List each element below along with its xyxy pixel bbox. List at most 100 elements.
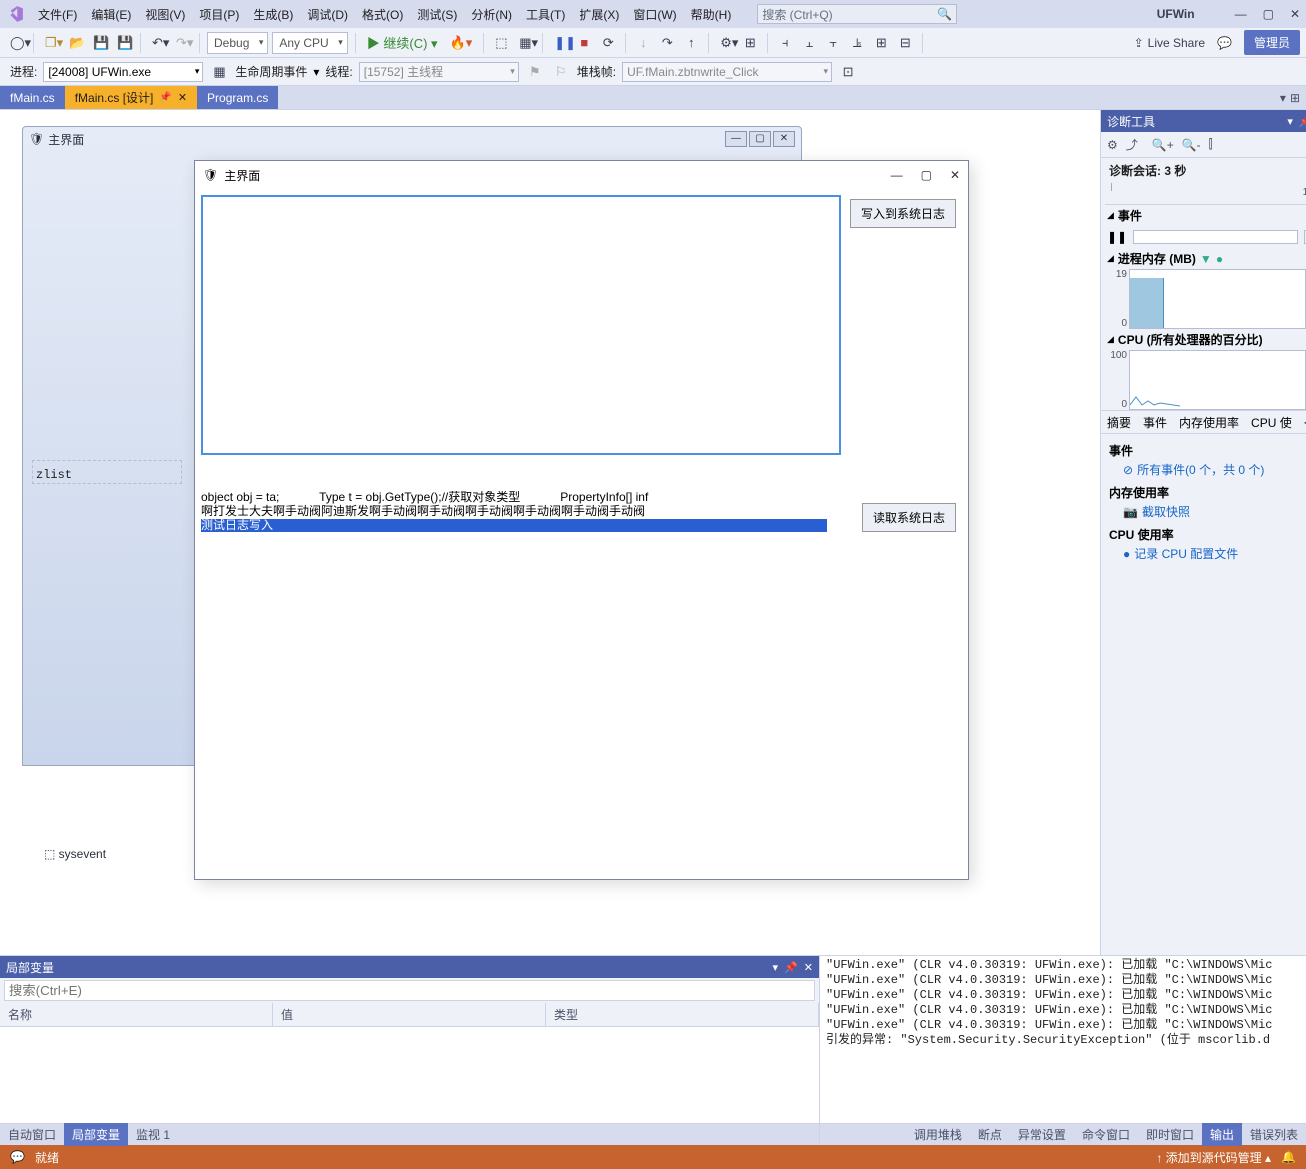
quick-search[interactable]: 搜索 (Ctrl+Q) 🔍 [757, 4, 957, 24]
tb-icon-b[interactable]: ⊞ [740, 33, 760, 53]
continue-button[interactable]: ▶ 继续(C) ▾ [363, 31, 442, 54]
menu-item[interactable]: 文件(F) [32, 2, 83, 27]
step-over-icon[interactable]: ↷ [657, 33, 677, 53]
undo-icon[interactable]: ↶▾ [148, 33, 168, 53]
maximize-button[interactable]: ▢ [1263, 7, 1274, 21]
tab-more-icon[interactable]: ⊞ [1290, 91, 1300, 105]
stop-icon[interactable]: ■ [574, 33, 594, 52]
zoom-out-icon[interactable]: 🔍- [1182, 138, 1201, 152]
flag-icon[interactable]: ⚑ [525, 62, 545, 82]
align-icon-1[interactable]: ⫞ [775, 33, 795, 53]
app-form-icon: 🛡 [203, 168, 218, 182]
cpu-chart[interactable] [1129, 350, 1306, 410]
menu-item[interactable]: 工具(T) [520, 2, 571, 27]
menu-item[interactable]: 分析(N) [465, 2, 518, 27]
menu-item[interactable]: 帮助(H) [685, 2, 738, 27]
align-icon-3[interactable]: ⫟ [823, 33, 843, 53]
menu-item[interactable]: 生成(B) [247, 2, 299, 27]
menu-item[interactable]: 格式(O) [356, 2, 409, 27]
menu-item[interactable]: 窗口(W) [627, 2, 682, 27]
menu-item[interactable]: 项目(P) [193, 2, 245, 27]
running-app-window[interactable]: 🛡 主界面 — ▢ ✕ 写入到系统日志 读取系统日志 object obj = … [194, 160, 969, 880]
restart-icon[interactable]: ⟳ [598, 33, 618, 53]
new-item-icon[interactable]: ❐▾ [41, 33, 61, 53]
platform-combo[interactable]: Any CPU [272, 32, 347, 54]
events-link[interactable]: ⊘ 所有事件(0 个，共 0 个) [1123, 461, 1306, 478]
diag-collect-icon[interactable]: ⤴ [1126, 136, 1138, 153]
notifications-icon[interactable]: 🔔 [1281, 1150, 1296, 1164]
memory-chart[interactable] [1129, 269, 1306, 329]
zoom-in-icon[interactable]: 🔍+ [1152, 138, 1174, 152]
align-icon-5[interactable]: ⊞ [871, 33, 891, 53]
app-max-button[interactable]: ▢ [921, 168, 932, 182]
menu-item[interactable]: 测试(S) [411, 2, 463, 27]
lifecycle-icon[interactable]: ▦ [209, 62, 229, 82]
back-nav-icon[interactable]: ◯▾ [6, 33, 26, 53]
log-input-textbox[interactable] [201, 195, 841, 455]
save-all-icon[interactable]: 💾 [113, 33, 133, 53]
panel-dropdown-icon[interactable]: ▾ [1287, 115, 1293, 128]
locals-title: 局部变量 [6, 959, 54, 976]
locals-col-value[interactable]: 值 [273, 1003, 546, 1026]
redo-icon[interactable]: ↷▾ [172, 33, 192, 53]
pin-icon[interactable]: 📌 [159, 92, 171, 103]
menu-item[interactable]: 扩展(X) [573, 2, 625, 27]
flag2-icon[interactable]: ⚐ [551, 62, 571, 82]
tb-icon-2[interactable]: ▦▾ [515, 33, 535, 53]
align-icon-6[interactable]: ⊟ [895, 33, 915, 53]
cpu-section[interactable]: ◢CPU (所有处理器的百分比) [1101, 329, 1306, 350]
diag-tab-left[interactable]: ◂ [1298, 411, 1306, 433]
standard-toolbar: ◯▾ ❐▾ 📂 💾 💾 ↶▾ ↷▾ Debug Any CPU ▶ 继续(C) … [0, 28, 1306, 58]
status-chat-icon[interactable]: 💬 [10, 1150, 25, 1164]
title-bar: 文件(F)编辑(E)视图(V)项目(P)生成(B)调试(D)格式(O)测试(S)… [0, 0, 1306, 28]
main-menu: 文件(F)编辑(E)视图(V)项目(P)生成(B)调试(D)格式(O)测试(S)… [32, 2, 737, 27]
diagnostics-timeline[interactable]: 10秒 [1105, 183, 1306, 205]
align-icon-4[interactable]: ⫡ [847, 33, 867, 53]
admin-badge[interactable]: 管理员 [1244, 30, 1300, 55]
diag-reset-icon[interactable]: ⫿ [1209, 137, 1213, 152]
close-tab-icon[interactable]: ✕ [178, 91, 187, 104]
panel-pin-icon[interactable]: 📌 [1299, 115, 1306, 128]
diag-settings-icon[interactable]: ⚙ [1107, 138, 1118, 152]
source-control-button[interactable]: ↑ 添加到源代码管理 ▴ [1156, 1149, 1271, 1166]
open-folder-icon[interactable]: 📂 [65, 33, 85, 53]
read-log-button[interactable]: 读取系统日志 [862, 503, 956, 532]
app-close-button[interactable]: ✕ [950, 168, 960, 182]
step-out-icon[interactable]: ↑ [681, 33, 701, 52]
memory-section[interactable]: ◢进程内存 (MB) ▼ ● [1101, 248, 1306, 269]
thread-combo[interactable]: [15752] 主线程 [359, 62, 519, 82]
log-output-box[interactable]: object obj = ta; Type t = obj.GetType();… [201, 491, 827, 553]
pause-icon[interactable]: ❚❚ [550, 33, 570, 53]
feedback-icon[interactable]: 💬 [1217, 36, 1232, 50]
save-icon[interactable]: 💾 [89, 33, 109, 53]
align-icon-2[interactable]: ⫠ [799, 33, 819, 53]
tab-fmain-cs[interactable]: fMain.cs [0, 86, 65, 109]
menu-item[interactable]: 视图(V) [139, 2, 191, 27]
hot-reload-icon[interactable]: 🔥▾ [446, 33, 477, 53]
close-button[interactable]: ✕ [1290, 7, 1300, 21]
app-min-button[interactable]: — [891, 168, 903, 182]
live-share-button[interactable]: ⇪ Live Share [1134, 36, 1205, 50]
locals-search-input[interactable] [4, 980, 815, 1001]
tab-overflow-icon[interactable]: ▾ [1280, 91, 1286, 105]
tb2-icon[interactable]: ⊡ [838, 62, 858, 82]
process-combo[interactable]: [24008] UFWin.exe [43, 62, 203, 82]
tab-program-cs[interactable]: Program.cs [197, 86, 278, 109]
events-pause-icon[interactable]: ❚❚ [1107, 230, 1127, 244]
minimize-button[interactable]: — [1235, 7, 1247, 21]
output-text[interactable]: "UFWin.exe" (CLR v4.0.30319: UFWin.exe):… [820, 956, 1306, 1123]
write-log-button[interactable]: 写入到系统日志 [850, 199, 956, 228]
locals-col-type[interactable]: 类型 [546, 1003, 819, 1026]
tab-fmain-designer[interactable]: fMain.cs [设计]📌✕ [65, 86, 197, 109]
tb-icon-1[interactable]: ⬚ [491, 33, 511, 53]
tb-icon-a[interactable]: ⚙▾ [716, 33, 736, 53]
events-section[interactable]: ◢事件 [1101, 205, 1306, 226]
stackframe-combo[interactable]: UF.fMain.zbtnwrite_Click [622, 62, 832, 82]
menu-item[interactable]: 编辑(E) [85, 2, 137, 27]
locals-col-name[interactable]: 名称 [0, 1003, 273, 1026]
cpu-record-link[interactable]: ● 记录 CPU 配置文件 [1123, 545, 1306, 562]
menu-item[interactable]: 调试(D) [301, 2, 354, 27]
configuration-combo[interactable]: Debug [207, 32, 268, 54]
snapshot-link[interactable]: 📷 截取快照 [1123, 503, 1306, 520]
step-into-icon[interactable]: ↓ [633, 33, 653, 52]
